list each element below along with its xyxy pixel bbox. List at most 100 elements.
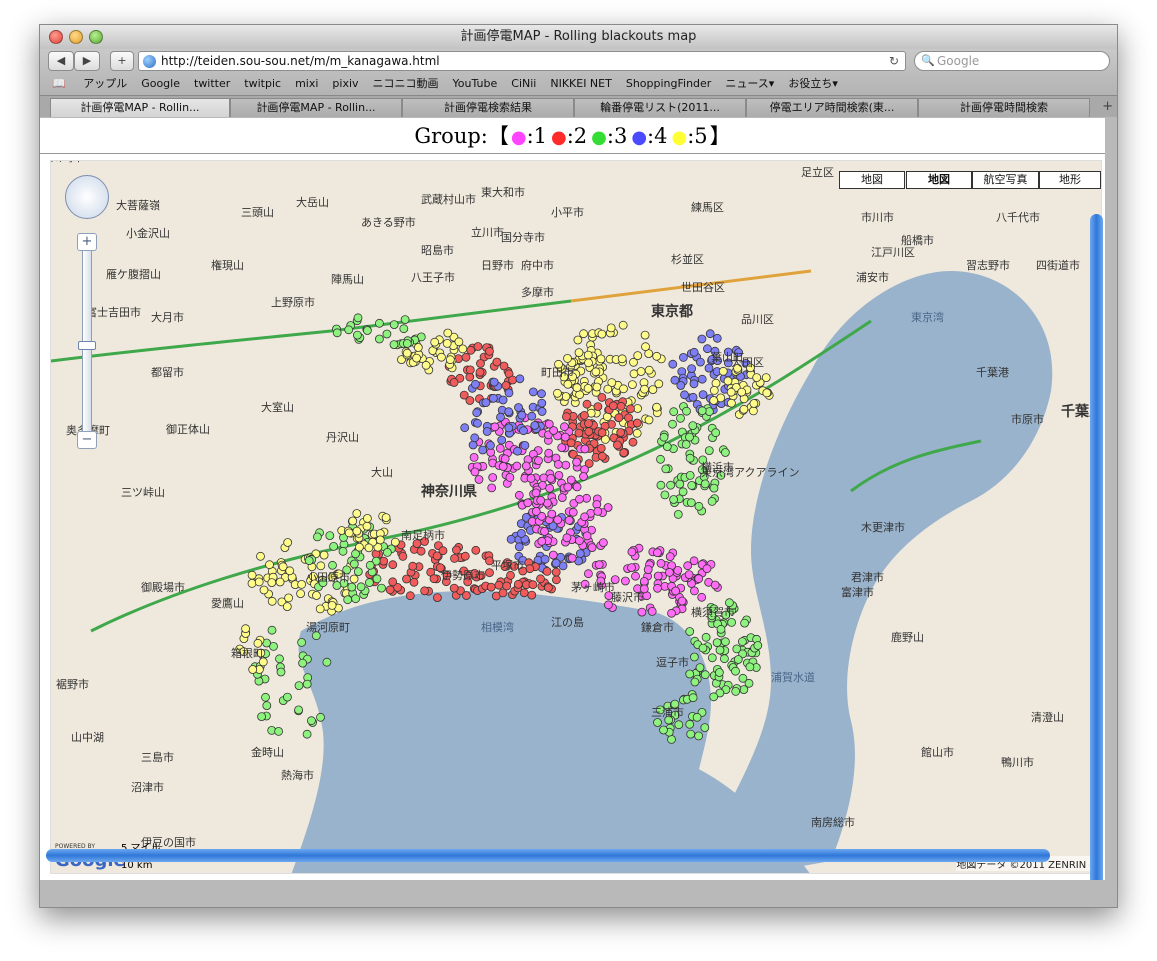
outage-dot[interactable] — [580, 444, 590, 454]
tab-4[interactable]: 輪番停電リスト(2011... — [574, 98, 746, 117]
outage-dot[interactable] — [653, 548, 662, 558]
outage-dot[interactable] — [474, 475, 484, 484]
outage-dot[interactable] — [644, 365, 654, 375]
bookmark-item[interactable]: mixi — [295, 77, 318, 90]
outage-dot[interactable] — [572, 383, 582, 393]
outage-dot[interactable] — [478, 445, 488, 455]
outage-dot[interactable] — [319, 550, 329, 560]
outage-dot[interactable] — [294, 705, 304, 715]
outage-dot[interactable] — [594, 560, 604, 570]
outage-dot[interactable] — [528, 580, 538, 590]
outage-dot[interactable] — [302, 729, 312, 739]
zoom-slider-handle[interactable] — [78, 341, 96, 350]
outage-dot[interactable] — [531, 488, 541, 498]
outage-dot[interactable] — [551, 558, 561, 568]
outage-dot[interactable] — [700, 670, 710, 680]
outage-dot[interactable] — [316, 712, 325, 722]
outage-dot[interactable] — [472, 408, 482, 418]
outage-dot[interactable] — [688, 421, 698, 431]
outage-dot[interactable] — [551, 567, 561, 577]
outage-dot[interactable] — [561, 460, 571, 470]
outage-dot[interactable] — [580, 410, 589, 420]
outage-dot[interactable] — [731, 666, 740, 676]
outage-dot[interactable] — [530, 421, 540, 430]
outage-dot[interactable] — [461, 591, 471, 600]
outage-dot[interactable] — [665, 567, 674, 577]
outage-dot[interactable] — [700, 479, 710, 489]
outage-dot[interactable] — [711, 428, 721, 438]
outage-dot[interactable] — [304, 556, 314, 566]
outage-dot[interactable] — [716, 624, 726, 634]
outage-dot[interactable] — [709, 385, 719, 395]
outage-dot[interactable] — [468, 440, 478, 450]
outage-dot[interactable] — [347, 582, 357, 592]
outage-dot[interactable] — [628, 437, 638, 447]
outage-dot[interactable] — [671, 586, 680, 596]
outage-dot[interactable] — [421, 360, 431, 370]
outage-dot[interactable] — [460, 551, 470, 561]
outage-dot[interactable] — [353, 567, 363, 577]
tab-2[interactable]: 計画停電MAP - Rollin... — [230, 98, 402, 117]
outage-dot[interactable] — [352, 509, 362, 518]
outage-dot[interactable] — [257, 712, 267, 721]
outage-dot[interactable] — [322, 657, 332, 667]
outage-dot[interactable] — [494, 580, 504, 590]
outage-dot[interactable] — [697, 592, 707, 602]
outage-dot[interactable] — [553, 459, 563, 469]
outage-dot[interactable] — [443, 328, 453, 338]
outage-dot[interactable] — [382, 329, 392, 339]
outage-dot[interactable] — [282, 692, 292, 702]
outage-dot[interactable] — [554, 470, 564, 480]
outage-dot[interactable] — [256, 551, 265, 561]
outage-dot[interactable] — [450, 553, 459, 563]
outage-dot[interactable] — [637, 607, 647, 617]
outage-dot[interactable] — [362, 513, 372, 523]
outage-dot[interactable] — [626, 404, 635, 414]
outage-dot[interactable] — [389, 320, 399, 330]
outage-dot[interactable] — [430, 337, 440, 347]
outage-dot[interactable] — [381, 513, 391, 523]
outage-dot[interactable] — [640, 330, 650, 340]
outage-dot[interactable] — [707, 653, 717, 663]
zoom-in-button[interactable]: + — [77, 233, 97, 251]
outage-dot[interactable] — [454, 337, 464, 347]
outage-dot[interactable] — [402, 348, 412, 358]
outage-dot[interactable] — [653, 583, 662, 593]
outage-dot[interactable] — [680, 390, 689, 400]
outage-dot[interactable] — [560, 422, 569, 432]
outage-dot[interactable] — [254, 577, 264, 587]
outage-dot[interactable] — [481, 398, 491, 408]
outage-dot[interactable] — [656, 480, 666, 490]
outage-dot[interactable] — [596, 443, 606, 453]
tab-1[interactable]: 計画停電MAP - Rollin... — [50, 98, 230, 117]
outage-dot[interactable] — [690, 652, 699, 662]
outage-dot[interactable] — [400, 315, 410, 325]
outage-dot[interactable] — [656, 558, 666, 568]
outage-dot[interactable] — [606, 323, 616, 333]
outage-dot[interactable] — [519, 426, 528, 436]
outage-dot[interactable] — [676, 413, 685, 423]
outage-dot[interactable] — [749, 406, 758, 416]
outage-dot[interactable] — [274, 727, 284, 736]
outage-dot[interactable] — [261, 692, 270, 702]
outage-dot[interactable] — [306, 716, 316, 726]
outage-dot[interactable] — [297, 637, 307, 647]
outage-dot[interactable] — [465, 365, 475, 375]
outage-dot[interactable] — [312, 591, 321, 600]
outage-dot[interactable] — [445, 355, 455, 365]
outage-dot[interactable] — [669, 495, 678, 504]
outage-dot[interactable] — [563, 379, 573, 389]
bookmark-item[interactable]: NIKKEI NET — [550, 77, 612, 90]
outage-dot[interactable] — [568, 507, 578, 517]
outage-dot[interactable] — [451, 545, 461, 555]
outage-dot[interactable] — [353, 313, 363, 323]
outage-dot[interactable] — [412, 353, 422, 363]
outage-dot[interactable] — [429, 574, 439, 584]
reload-icon[interactable]: ↻ — [889, 52, 899, 70]
outage-dot[interactable] — [275, 654, 284, 664]
outage-dot[interactable] — [247, 578, 257, 588]
bookmark-item[interactable]: ShoppingFinder — [626, 77, 712, 90]
outage-dot[interactable] — [520, 440, 530, 450]
outage-dot[interactable] — [715, 645, 725, 655]
outage-dot[interactable] — [528, 387, 538, 397]
